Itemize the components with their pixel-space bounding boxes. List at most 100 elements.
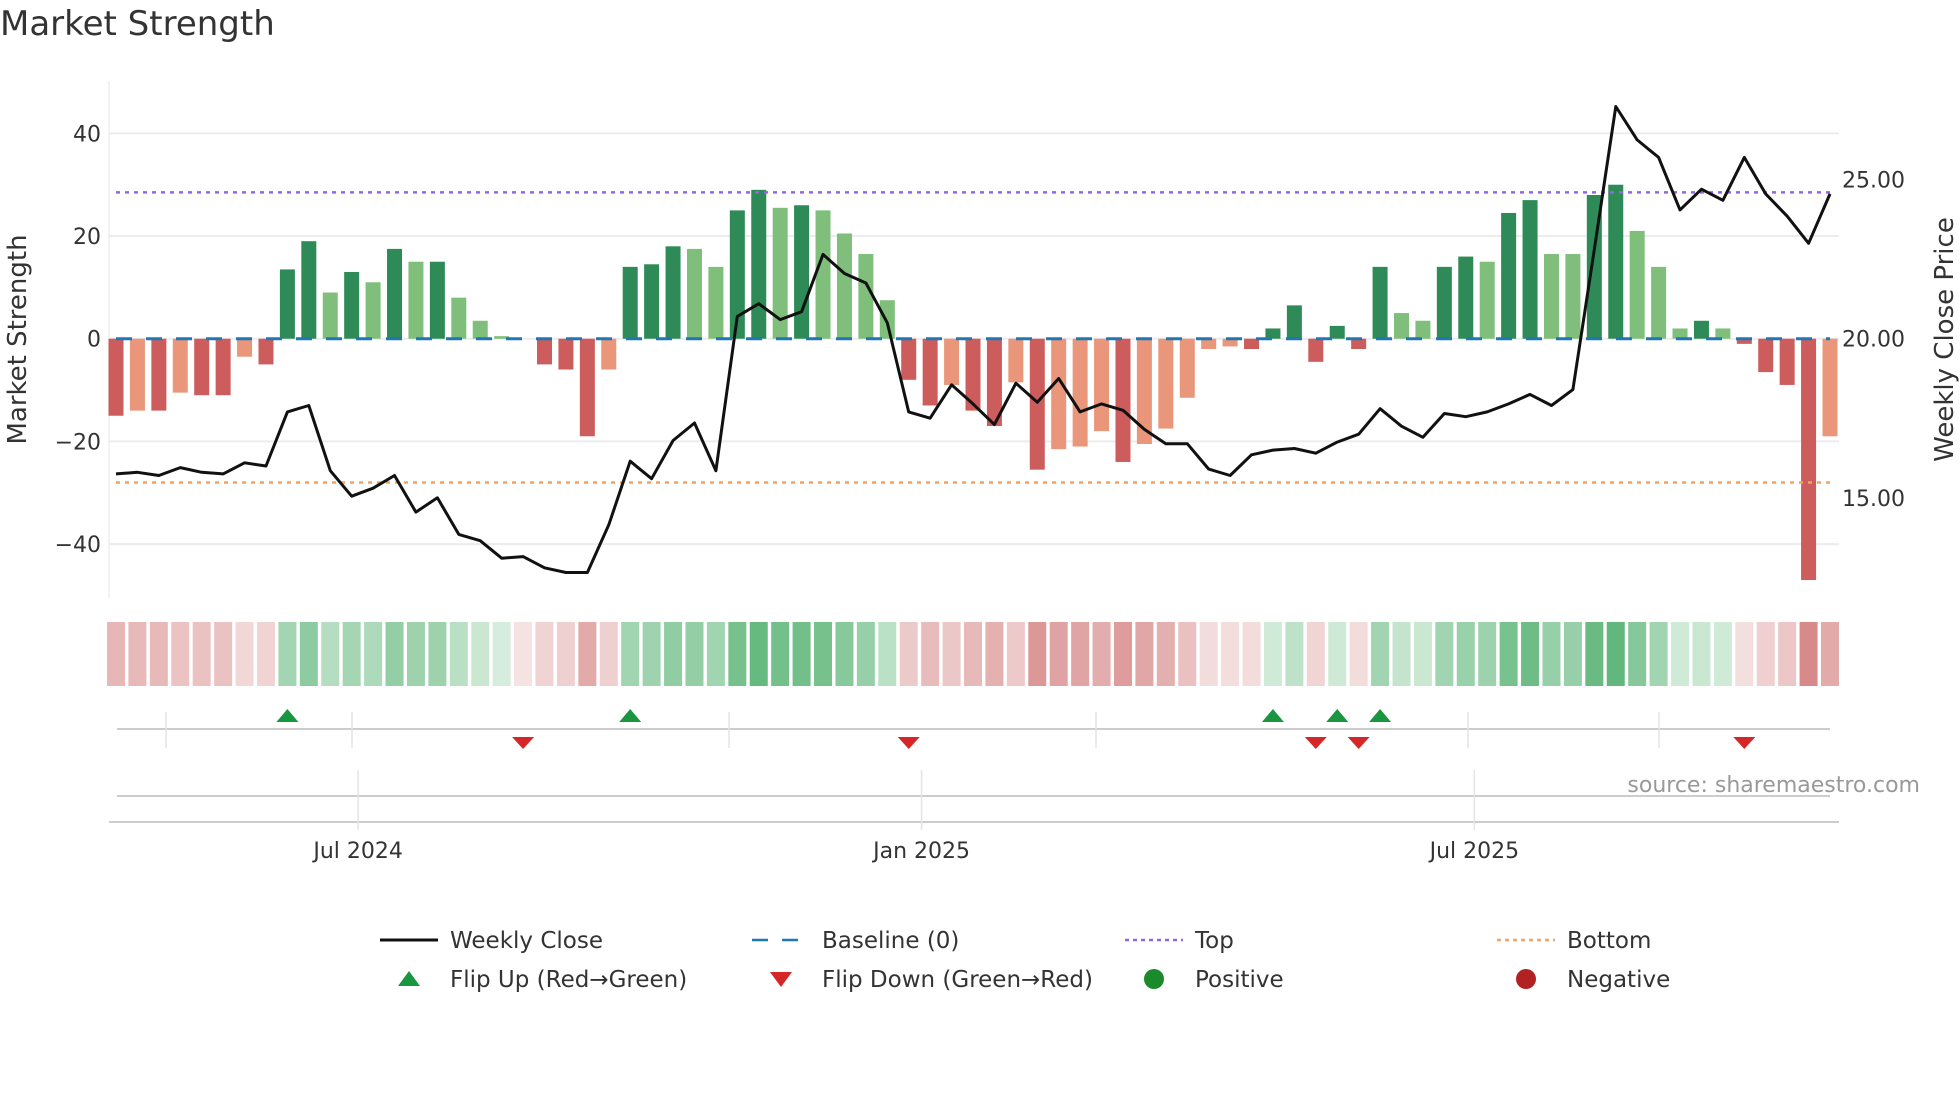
strength-bar: [344, 271, 360, 339]
strength-bar: [1436, 266, 1452, 339]
legend-label: Negative: [1567, 967, 1670, 993]
strength-bar: [751, 189, 767, 339]
strength-bar: [1501, 212, 1517, 339]
strength-heat-cell: [1778, 622, 1797, 686]
strength-bar: [686, 248, 702, 339]
strength-bar: [1479, 261, 1495, 339]
strength-heat-cell: [1435, 622, 1454, 686]
strength-bar: [944, 338, 960, 385]
strength-bar: [1201, 338, 1217, 349]
strength-bar: [1265, 328, 1281, 339]
strength-bar: [108, 338, 124, 416]
strength-bar: [1693, 320, 1709, 339]
legend-negative-icon: [1516, 969, 1536, 989]
flip-up-marker: [619, 709, 642, 722]
strength-bar: [537, 338, 552, 365]
strength-heat-cell: [771, 622, 790, 686]
flip-up-marker: [1261, 709, 1284, 722]
strength-bar: [451, 297, 467, 339]
strength-bar: [794, 205, 810, 339]
y-tick-label: −40: [55, 533, 101, 558]
strength-heat-cell: [1306, 622, 1325, 686]
legend-flip-up-icon: [398, 971, 420, 986]
legend-label: Top: [1194, 928, 1234, 954]
strength-heat-cell: [664, 622, 683, 686]
strength-heat-cell: [749, 622, 768, 686]
strength-bar: [322, 292, 338, 339]
strength-bar: [1801, 338, 1817, 581]
strength-bar: [879, 300, 895, 339]
strength-bar: [387, 248, 403, 339]
strength-bar: [279, 269, 295, 339]
strength-heat-cell: [964, 622, 982, 686]
strength-bar: [429, 261, 445, 339]
strength-bar: [1029, 338, 1045, 470]
strength-heat-cell: [1371, 622, 1390, 686]
strength-bar: [1822, 338, 1838, 437]
strength-bar: [129, 338, 145, 411]
strength-bar: [1565, 254, 1581, 339]
strength-bar: [1672, 328, 1688, 339]
strength-heat-cell: [1221, 622, 1240, 686]
strength-heat-cell: [299, 622, 318, 686]
strength-heat-cell: [1542, 622, 1561, 686]
strength-bar: [1629, 230, 1645, 339]
strength-heat-cell: [899, 622, 918, 686]
flip-down-marker: [1733, 737, 1756, 749]
strength-heat-cell: [1756, 622, 1775, 686]
strength-heat-cell: [706, 622, 725, 686]
strength-bar: [1458, 256, 1474, 339]
strength-heat-cell: [1028, 622, 1047, 686]
strength-heat-cell: [1692, 622, 1711, 686]
y-tick-label: 0: [87, 328, 101, 353]
strength-bar: [858, 254, 874, 339]
y2-tick-label: 15.00: [1842, 487, 1905, 512]
strength-bar: [1522, 200, 1538, 339]
strength-bar: [579, 338, 595, 437]
strength-heat-cell: [1713, 622, 1732, 686]
strength-bar: [1758, 338, 1774, 373]
legend-label: Baseline (0): [822, 928, 959, 954]
strength-heat-cell: [1456, 622, 1475, 686]
flip-down-marker: [1347, 737, 1370, 749]
strength-heat-cell: [1521, 622, 1540, 686]
strength-heat-cell: [1263, 622, 1282, 686]
strength-heat-cell: [1628, 622, 1647, 686]
strength-bar: [1608, 184, 1624, 339]
strength-bar: [601, 338, 617, 370]
strength-bar: [1008, 338, 1024, 383]
strength-heat-cell: [428, 622, 447, 686]
strength-heat-cell: [1199, 622, 1218, 686]
strength-heat-cell: [578, 622, 597, 686]
strength-bar: [622, 266, 638, 339]
strength-bar: [1179, 338, 1195, 398]
strength-heat-cell: [449, 622, 468, 686]
strength-bar: [215, 338, 231, 396]
strength-heat-cell: [621, 622, 640, 686]
strength-heat-cell: [814, 622, 833, 686]
y-tick-label: 40: [73, 122, 101, 147]
strength-heat-cell: [171, 622, 190, 686]
flip-up-marker: [1326, 709, 1349, 722]
y-tick-label: −20: [55, 430, 101, 455]
y2-tick-label: 20.00: [1842, 328, 1905, 353]
strength-bar: [151, 338, 167, 411]
strength-bar: [1115, 338, 1131, 462]
strength-heat-cell: [514, 622, 533, 686]
strength-heat-cell: [728, 622, 747, 686]
strength-heat-cell: [1563, 622, 1582, 686]
strength-heat-cell: [278, 622, 297, 686]
flip-down-marker: [512, 737, 535, 749]
strength-heat-cell: [492, 622, 511, 686]
strength-bar: [1715, 328, 1731, 339]
strength-heat-cell: [1392, 622, 1411, 686]
strength-heat-cell: [985, 622, 1004, 686]
strength-bar: [922, 338, 938, 406]
x-tick-label: Jul 2025: [1428, 839, 1520, 864]
strength-heat-cell: [321, 622, 340, 686]
x-tick-label: Jan 2025: [871, 839, 970, 864]
strength-heat-cell: [535, 622, 554, 686]
strength-bar: [1651, 266, 1667, 339]
strength-bar: [472, 320, 488, 339]
strength-bar: [1308, 338, 1324, 362]
